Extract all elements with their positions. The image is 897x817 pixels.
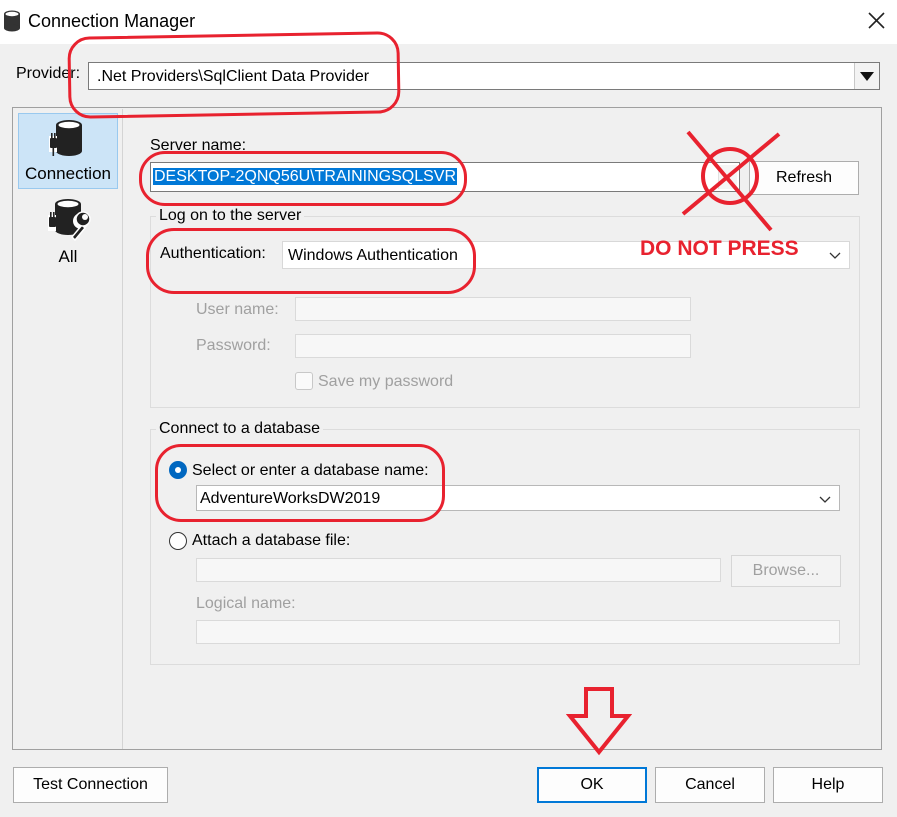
browse-button[interactable]: Browse... xyxy=(731,555,841,587)
provider-label: Provider: xyxy=(16,65,81,82)
provider-select[interactable]: .Net Providers\SqlClient Data Provider xyxy=(88,62,880,90)
close-button[interactable] xyxy=(858,6,894,36)
sidebar: Connection All xyxy=(14,109,123,749)
database-group-title: Connect to a database xyxy=(156,420,324,438)
select-database-label: Select or enter a database name: xyxy=(192,462,429,479)
sidebar-item-connection[interactable]: Connection xyxy=(18,113,118,189)
cancel-button[interactable]: Cancel xyxy=(655,767,765,803)
database-plug-icon xyxy=(49,120,82,156)
arrow-down-icon xyxy=(566,687,632,756)
database-name-value: AdventureWorksDW2019 xyxy=(200,490,381,507)
save-password-label: Save my password xyxy=(318,373,454,390)
window-title: Connection Manager xyxy=(28,11,196,31)
server-name-input[interactable]: DESKTOP-2QNQ56U\TRAININGSQLSVR xyxy=(150,162,740,192)
save-password-checkbox[interactable] xyxy=(295,372,313,390)
logical-name-label: Logical name: xyxy=(196,595,296,612)
select-database-radio[interactable] xyxy=(169,461,187,479)
ok-button[interactable]: OK xyxy=(537,767,647,803)
logon-group-title: Log on to the server xyxy=(156,207,305,225)
database-name-select[interactable]: AdventureWorksDW2019 xyxy=(196,485,840,511)
provider-dropdown-button[interactable] xyxy=(854,63,879,89)
do-not-press-annotation: DO NOT PRESS xyxy=(640,237,799,260)
attach-database-label: Attach a database file: xyxy=(192,532,351,549)
server-name-label: Server name: xyxy=(150,137,247,154)
sidebar-item-label: Connection xyxy=(24,164,111,183)
username-label: User name: xyxy=(196,301,279,318)
chevron-down-icon xyxy=(829,252,841,259)
logical-name-input[interactable] xyxy=(196,620,840,644)
cross-out-icon xyxy=(681,130,781,232)
database-wrench-icon xyxy=(48,199,91,242)
provider-value: .Net Providers\SqlClient Data Provider xyxy=(97,68,370,85)
password-label: Password: xyxy=(196,337,271,354)
password-input[interactable] xyxy=(295,334,691,358)
sidebar-item-all[interactable]: All xyxy=(18,193,118,269)
attach-file-input[interactable] xyxy=(196,558,721,582)
help-button[interactable]: Help xyxy=(773,767,883,803)
sidebar-item-label: All xyxy=(58,247,78,266)
close-icon xyxy=(868,12,885,29)
database-icon xyxy=(3,10,21,32)
chevron-down-icon xyxy=(819,496,831,503)
test-connection-button[interactable]: Test Connection xyxy=(13,767,168,803)
triangle-down-icon xyxy=(860,72,874,81)
authentication-value: Windows Authentication xyxy=(288,247,458,264)
server-name-value: DESKTOP-2QNQ56U\TRAININGSQLSVR xyxy=(153,168,457,185)
username-input[interactable] xyxy=(295,297,691,321)
attach-database-radio[interactable] xyxy=(169,532,187,550)
authentication-label: Authentication: xyxy=(160,245,266,262)
